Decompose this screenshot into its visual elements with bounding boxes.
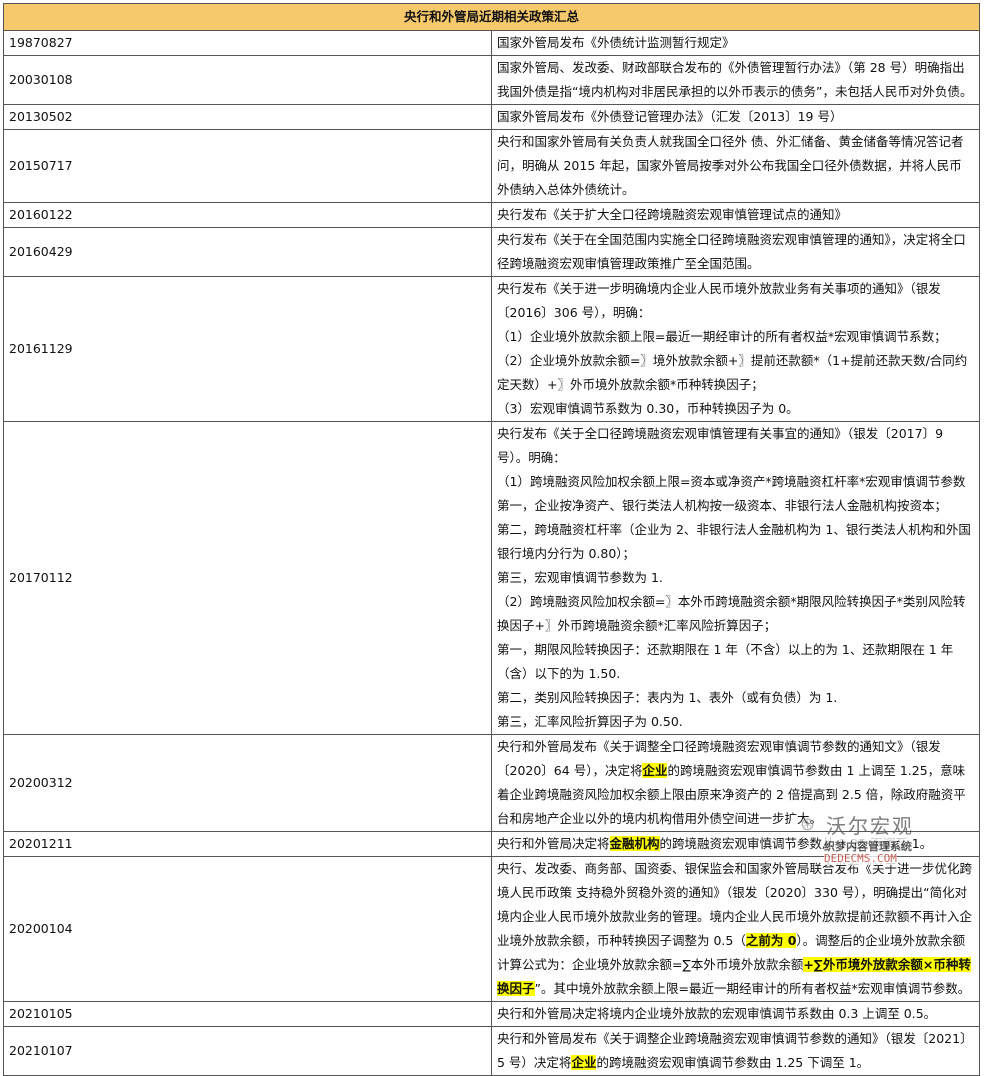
table-body: 19870827 国家外管局发布《外债统计监测暂行规定》 20030108 国家外管局… [3,30,980,1076]
row-content: 央行和外管局发布《关于调整企业跨境融资宏观审慎调节参数的通知》（银发〔2021〕… [491,1026,980,1076]
row-date: 20200104 [3,856,492,1002]
table-row: 20210105 央行和外管局决定将境内企业境外放款的宏观审慎调节系数由 0.3 … [3,1001,980,1027]
table-row: 20200104 央行、发改委、商务部、国资委、银保监会和国家外管局联合发布《关于… [3,856,980,1002]
table-row: 20210107 央行和外管局发布《关于调整企业跨境融资宏观审慎调节参数的通知》（… [3,1026,980,1076]
highlighted-text: 企业 [571,1055,597,1070]
content-line: （1）跨境融资风险加权余额上限=资本或净资产*跨境融资杠杆率*宏观审慎调节参数 [497,474,966,489]
row-content: 国家外管局发布《外债登记管理办法》（汇发〔2013〕19 号） [491,104,980,130]
content-line: 第一，企业按净资产、银行类法人机构按一级资本、非银行法人金融机构按资本； [497,498,948,513]
row-content: 央行和外管局决定将金融机构的跨境融资宏观审慎调节参数从 1.25 下调至 1。 [491,831,980,857]
table-row: 20150717 央行和国家外管局有关负责人就我国全口径外 债、外汇储备、黄金储备… [3,129,980,203]
content-line: 央行和国家外管局有关负责人就我国全口径外 债、外汇储备、黄金储备等情况答记者问，… [497,134,964,197]
row-date: 20201211 [3,831,492,857]
highlighted-text: 之前为 0 [745,933,797,948]
table-row: 20130502 国家外管局发布《外债登记管理办法》（汇发〔2013〕19 号） [3,104,980,130]
row-content: 央行和外管局决定将境内企业境外放款的宏观审慎调节系数由 0.3 上调至 0.5。 [491,1001,980,1027]
row-content: 央行发布《关于全口径跨境融资宏观审慎管理有关事宜的通知》（银发〔2017〕9 号… [491,421,980,735]
row-date: 20210105 [3,1001,492,1027]
row-content: 央行发布《关于扩大全口径跨境融资宏观审慎管理试点的通知》 [491,202,980,228]
row-content: 国家外管局、发改委、财政部联合发布的《外债管理暂行办法》（第 28 号）明确指出… [491,55,980,105]
policy-summary-table: 央行和外管局近期相关政策汇总 19870827 国家外管局发布《外债统计监测暂行规… [3,3,980,1076]
content-line: 第二，类别风险转换因子：表内为 1、表外（或有负债）为 1. [497,690,838,705]
row-date: 20210107 [3,1026,492,1076]
row-date: 19870827 [3,30,492,56]
content-line: 国家外管局、发改委、财政部联合发布的《外债管理暂行办法》（第 28 号）明确指出… [497,60,973,99]
table-row: 19870827 国家外管局发布《外债统计监测暂行规定》 [3,30,980,56]
content-line: 第一，期限风险转换因子：还款期限在 1 年（不含）以上的为 1、还款期限在 1 … [497,642,954,681]
row-date: 20150717 [3,129,492,203]
row-date: 20200312 [3,734,492,832]
table-row: 20170112 央行发布《关于全口径跨境融资宏观审慎管理有关事宜的通知》（银发〔… [3,421,980,735]
content-text: ”。其中境外放款余额上限=最近一期经审计的所有者权益*宏观审慎调节参数。 [534,981,971,996]
row-date: 20170112 [3,421,492,735]
content-line: 央行和外管局决定将境内企业境外放款的宏观审慎调节系数由 0.3 上调至 0.5。 [497,1006,937,1021]
content-line: 央行发布《关于进一步明确境内企业人民币境外放款业务有关事项的通知》（银发〔201… [497,281,941,320]
row-content: 央行发布《关于进一步明确境内企业人民币境外放款业务有关事项的通知》（银发〔201… [491,276,980,422]
content-line: 央行发布《关于全口径跨境融资宏观审慎管理有关事宜的通知》（银发〔2017〕9 号… [497,426,944,465]
row-date: 20160122 [3,202,492,228]
row-date: 20030108 [3,55,492,105]
content-line: 国家外管局发布《外债登记管理办法》（汇发〔2013〕19 号） [497,109,843,124]
content-line: 央行发布《关于在全国范围内实施全口径跨境融资宏观审慎管理的通知》，决定将全口径跨… [497,232,966,271]
content-line: 国家外管局发布《外债统计监测暂行规定》 [497,35,735,50]
content-line: 第三，宏观审慎调节参数为 1. [497,570,663,585]
content-text: 的跨境融资宏观审慎调节参数从 1.25 下调至 1。 [659,836,933,851]
content-line: 第二，跨境融资杠杆率（企业为 2、非银行法人金融机构为 1、银行类法人机构和外国… [497,522,971,561]
row-date: 20160429 [3,227,492,277]
content-line: 央行发布《关于扩大全口径跨境融资宏观审慎管理试点的通知》 [497,207,848,222]
row-date: 20130502 [3,104,492,130]
table-row: 20201211 央行和外管局决定将金融机构的跨境融资宏观审慎调节参数从 1.25… [3,831,980,857]
table-row: 20200312 央行和外管局发布《关于调整全口径跨境融资宏观审慎调节参数的通知文… [3,734,980,832]
table-title: 央行和外管局近期相关政策汇总 [3,3,980,31]
content-line: （2）企业境外放款余额=〗境外放款余额+〗提前还款额*（1+提前还款天数/合同约… [497,353,968,392]
table-row: 20161129 央行发布《关于进一步明确境内企业人民币境外放款业务有关事项的通知… [3,276,980,422]
table-header-row: 央行和外管局近期相关政策汇总 [3,3,980,31]
highlighted-text: 企业 [642,763,668,778]
highlighted-text: 金融机构 [609,836,660,851]
content-text: 的跨境融资宏观审慎调节参数由 1.25 下调至 1。 [596,1055,870,1070]
content-text: 央行和外管局决定将 [497,836,610,851]
row-content: 央行发布《关于在全国范围内实施全口径跨境融资宏观审慎管理的通知》，决定将全口径跨… [491,227,980,277]
content-line: （2）跨境融资风险加权余额=〗本外币跨境融资余额*期限风险转换因子*类别风险转换… [497,594,966,633]
row-content: 央行和国家外管局有关负责人就我国全口径外 债、外汇储备、黄金储备等情况答记者问，… [491,129,980,203]
content-line: （3）宏观审慎调节系数为 0.30，币种转换因子为 0。 [497,401,799,416]
content-line: （1）企业境外放款余额上限=最近一期经审计的所有者权益*宏观审慎调节系数； [497,329,947,344]
content-line: 第三，汇率风险折算因子为 0.50. [497,714,683,729]
table-row: 20030108 国家外管局、发改委、财政部联合发布的《外债管理暂行办法》（第 2… [3,55,980,105]
table-row: 20160429 央行发布《关于在全国范围内实施全口径跨境融资宏观审慎管理的通知》… [3,227,980,277]
row-content: 央行和外管局发布《关于调整全口径跨境融资宏观审慎调节参数的通知文》（银发〔202… [491,734,980,832]
row-content: 央行、发改委、商务部、国资委、银保监会和国家外管局联合发布《关于进一步优化跨境人… [491,856,980,1002]
table-row: 20160122 央行发布《关于扩大全口径跨境融资宏观审慎管理试点的通知》 [3,202,980,228]
row-date: 20161129 [3,276,492,422]
row-content: 国家外管局发布《外债统计监测暂行规定》 [491,30,980,56]
